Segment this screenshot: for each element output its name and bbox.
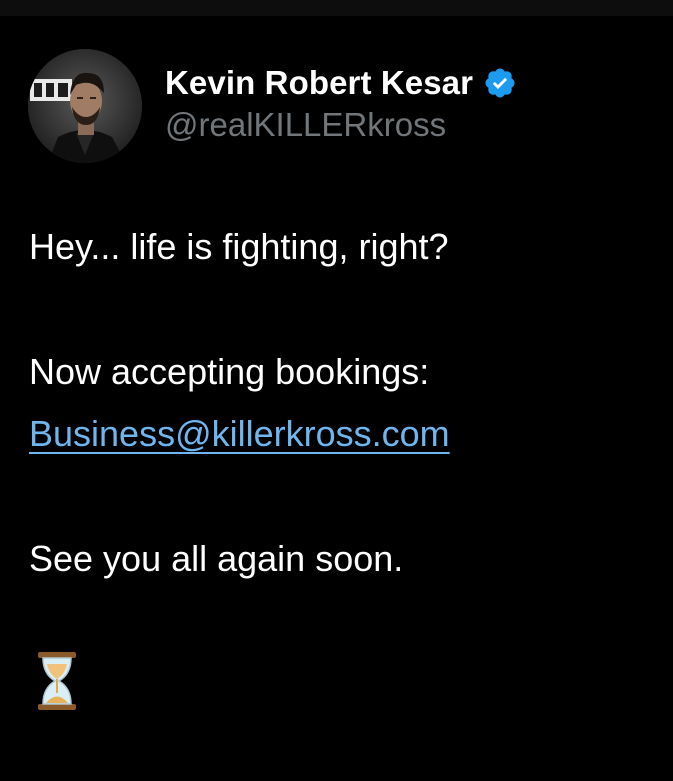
author-handle[interactable]: @realKILLERkross: [165, 106, 517, 144]
avatar-photo-icon: [28, 49, 142, 163]
tweet-text-line-4: See you all again soon.: [29, 538, 404, 579]
tweet-text-line-2: Now accepting bookings:: [29, 351, 430, 392]
email-link[interactable]: Business@killerkross.com: [29, 412, 450, 456]
top-edge-bar: [0, 0, 673, 16]
hourglass-icon: [36, 652, 78, 710]
author-name-row: Kevin Robert Kesar: [165, 62, 517, 104]
author-display-name[interactable]: Kevin Robert Kesar: [165, 64, 473, 102]
author-avatar[interactable]: [28, 49, 142, 163]
tweet-card: Kevin Robert Kesar @realKILLERkross Hey.…: [0, 16, 673, 781]
author-info: Kevin Robert Kesar @realKILLERkross: [165, 62, 517, 144]
tweet-text-line-1: Hey... life is fighting, right?: [29, 226, 449, 267]
verified-badge-icon: [483, 66, 517, 100]
